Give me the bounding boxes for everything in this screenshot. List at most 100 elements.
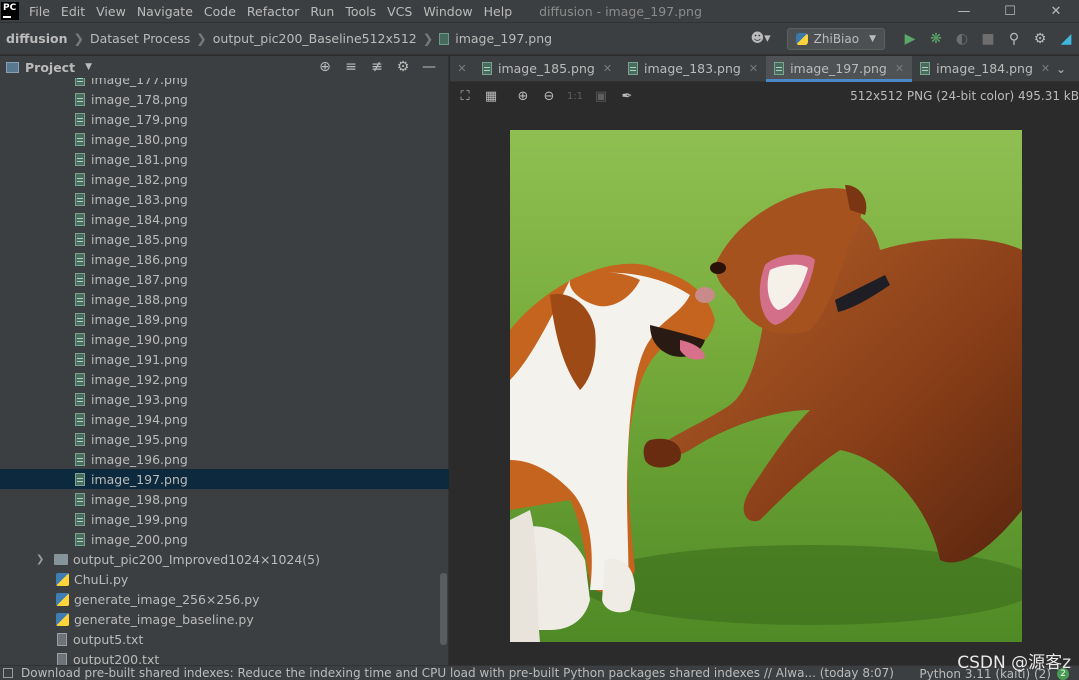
status-bar: Download pre-built shared indexes: Reduc… (0, 665, 1079, 680)
tree-file-item[interactable]: image_191.png (0, 349, 449, 369)
image-file-icon (75, 372, 85, 386)
image-file-icon (75, 212, 85, 226)
tree-file-item[interactable]: image_190.png (0, 329, 449, 349)
gear-icon[interactable]: ⚙ (1027, 31, 1053, 47)
tree-file-item[interactable]: image_187.png (0, 269, 449, 289)
run-config-selector[interactable]: ZhiBiao ▼ (786, 27, 885, 50)
tree-file-item[interactable]: image_198.png (0, 489, 449, 509)
color-picker-icon[interactable]: ✒ (614, 83, 640, 109)
tree-file-item[interactable]: image_195.png (0, 429, 449, 449)
hide-icon[interactable]: — (416, 59, 442, 75)
close-icon[interactable]: ✕ (895, 62, 904, 75)
python-file-icon (56, 572, 69, 586)
chevron-down-icon[interactable]: ▼ (85, 62, 92, 72)
tree-file-item[interactable]: ChuLi.py (0, 569, 449, 589)
menu-navigate[interactable]: Navigate (137, 4, 193, 19)
grid-icon[interactable]: ▦ (478, 83, 504, 109)
menu-refactor[interactable]: Refactor (247, 4, 299, 19)
breadcrumb-project[interactable]: diffusion (6, 31, 67, 46)
tree-file-item[interactable]: image_178.png (0, 89, 449, 109)
python-file-icon (56, 592, 69, 606)
tree-file-item[interactable]: image_192.png (0, 369, 449, 389)
tree-file-item[interactable]: output200.txt (0, 649, 449, 665)
image-file-icon (75, 452, 85, 466)
tree-file-item[interactable]: image_193.png (0, 389, 449, 409)
maximize-icon[interactable]: ☐ (987, 0, 1033, 22)
menu-tools[interactable]: Tools (345, 4, 376, 19)
project-title[interactable]: Project (25, 60, 75, 75)
minimize-icon[interactable]: — (941, 0, 987, 22)
close-icon[interactable]: ✕ (450, 62, 474, 75)
close-icon[interactable]: ✕ (749, 62, 758, 75)
tree-file-item[interactable]: image_184.png (0, 209, 449, 229)
tree-file-item[interactable]: generate_image_256×256.py (0, 589, 449, 609)
image-file-icon (75, 92, 85, 106)
stop-icon[interactable]: ■ (975, 31, 1001, 47)
menu-file[interactable]: File (29, 4, 50, 19)
breadcrumb-folder[interactable]: Dataset Process (90, 31, 190, 46)
menu-run[interactable]: Run (310, 4, 334, 19)
close-icon[interactable]: ✕ (603, 62, 612, 75)
zoom-in-icon[interactable]: ⊕ (510, 83, 536, 109)
tree-file-item-selected[interactable]: image_197.png (0, 469, 449, 489)
breadcrumb-subfolder[interactable]: output_pic200_Baseline512x512 (213, 31, 417, 46)
status-message[interactable]: Download pre-built shared indexes: Reduc… (21, 666, 894, 680)
tree-file-item[interactable]: image_185.png (0, 229, 449, 249)
tree-file-item[interactable]: image_188.png (0, 289, 449, 309)
tree-file-item[interactable]: image_180.png (0, 129, 449, 149)
menu-view[interactable]: View (96, 4, 126, 19)
tab-image-185[interactable]: image_185.png ✕ (474, 56, 620, 82)
image-file-icon (75, 512, 85, 526)
image-file-icon (75, 432, 85, 446)
tree-file-item[interactable]: image_177.png (0, 78, 449, 89)
window-title: diffusion - image_197.png (539, 3, 702, 19)
jetbrains-icon[interactable]: ◢ (1053, 31, 1079, 47)
tree-scrollbar[interactable] (440, 573, 447, 645)
actual-size-button[interactable]: 1:1 (562, 83, 588, 109)
debug-icon[interactable]: ❋ (923, 31, 949, 47)
tree-folder-item[interactable]: ❯ output_pic200_Improved1024×1024(5) (0, 549, 449, 569)
tree-file-item[interactable]: image_182.png (0, 169, 449, 189)
breadcrumb-file[interactable]: image_197.png (455, 31, 552, 46)
tab-image-183[interactable]: image_183.png ✕ (620, 56, 766, 82)
chevron-down-icon[interactable]: ⌄ (1049, 56, 1073, 82)
user-icon[interactable]: ☻▾ (751, 31, 771, 46)
tree-file-item[interactable]: image_183.png (0, 189, 449, 209)
tree-file-item[interactable]: image_200.png (0, 529, 449, 549)
tree-file-item[interactable]: image_194.png (0, 409, 449, 429)
menu-code[interactable]: Code (204, 4, 236, 19)
tab-image-184[interactable]: image_184.png ✕ (912, 56, 1058, 82)
chevron-right-icon: ❯ (422, 31, 434, 46)
tree-file-item[interactable]: output5.txt (0, 629, 449, 649)
image-preview (510, 130, 1022, 642)
menu-vcs[interactable]: VCS (387, 4, 412, 19)
menu-window[interactable]: Window (423, 4, 472, 19)
tree-file-item[interactable]: image_199.png (0, 509, 449, 529)
menu-edit[interactable]: Edit (61, 4, 85, 19)
tree-file-item[interactable]: image_186.png (0, 249, 449, 269)
tree-file-item[interactable]: image_189.png (0, 309, 449, 329)
tree-file-item[interactable]: image_181.png (0, 149, 449, 169)
close-icon[interactable]: ✕ (1033, 0, 1079, 22)
search-icon[interactable]: ⚲ (1001, 31, 1027, 47)
chevron-right-icon[interactable]: ❯ (36, 554, 48, 565)
tree-file-item[interactable]: image_196.png (0, 449, 449, 469)
tree-file-item[interactable]: generate_image_baseline.py (0, 609, 449, 629)
image-file-icon (75, 412, 85, 426)
locate-icon[interactable]: ⊕ (312, 59, 338, 75)
menu-help[interactable]: Help (484, 4, 513, 19)
run-icon[interactable]: ▶ (897, 31, 923, 47)
gear-icon[interactable]: ⚙ (390, 59, 416, 75)
zoom-out-icon[interactable]: ⊖ (536, 83, 562, 109)
tree-file-item[interactable]: image_179.png (0, 109, 449, 129)
image-file-icon (75, 332, 85, 346)
project-tree: image_177.png image_178.png image_179.pn… (0, 78, 449, 665)
fit-icon[interactable]: ⛶ (452, 83, 478, 109)
fit-window-icon[interactable]: ▣ (588, 83, 614, 109)
coverage-icon[interactable]: ◐ (949, 31, 975, 47)
expand-all-icon[interactable]: ≡ (338, 59, 364, 75)
collapse-all-icon[interactable]: ≢ (364, 59, 390, 75)
tab-image-197[interactable]: image_197.png ✕ (766, 55, 913, 82)
tool-window-toggle-icon[interactable] (3, 668, 13, 678)
navigation-bar: diffusion ❯ Dataset Process ❯ output_pic… (0, 22, 1079, 55)
